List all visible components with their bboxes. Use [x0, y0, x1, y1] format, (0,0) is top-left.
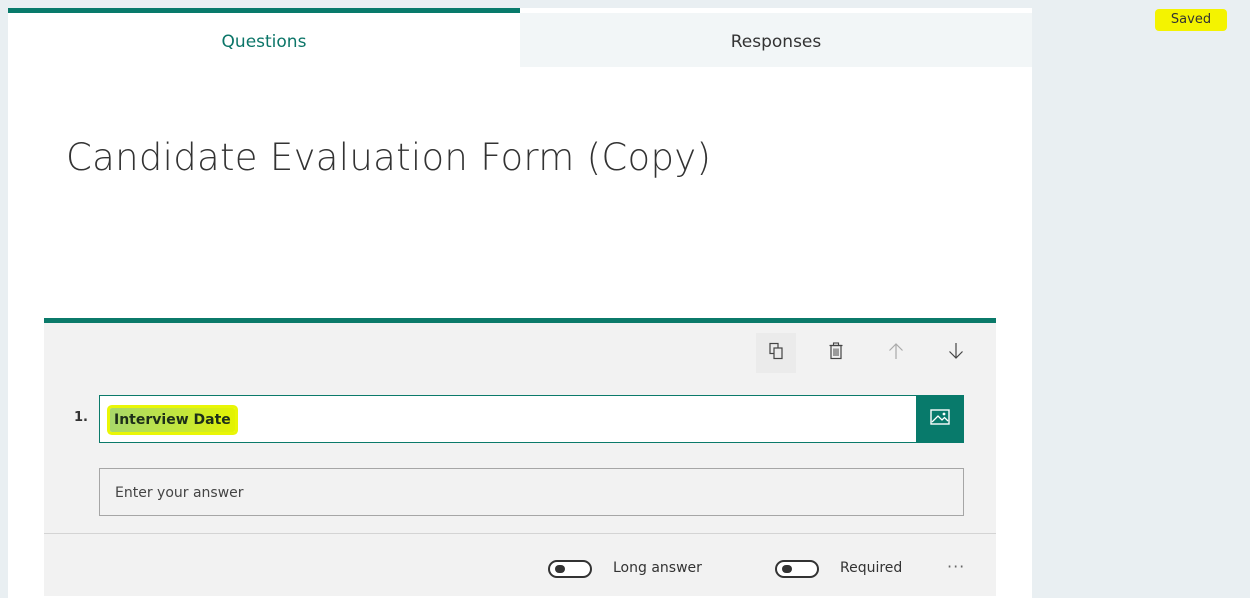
long-answer-toggle[interactable] [548, 560, 592, 578]
arrow-up-icon [888, 342, 904, 364]
delete-question-button[interactable] [816, 333, 856, 373]
footer-divider [44, 533, 996, 534]
copy-icon [768, 342, 784, 364]
insert-media-button[interactable] [916, 395, 964, 443]
form-editor-card: Questions Responses Candidate Evaluation… [8, 8, 1032, 598]
required-toggle[interactable] [775, 560, 819, 578]
tab-questions[interactable]: Questions [8, 8, 520, 67]
question-title-field[interactable]: Interview Date [99, 395, 964, 443]
question-card[interactable]: 1. Interview Date Enter your answer Long… [44, 318, 996, 596]
required-label: Required [840, 560, 903, 576]
tab-responses[interactable]: Responses [520, 13, 1032, 67]
question-number: 1. [74, 410, 88, 425]
long-answer-label: Long answer [613, 560, 702, 576]
copy-question-button[interactable] [756, 333, 796, 373]
delete-icon [828, 342, 844, 364]
move-up-button[interactable] [876, 333, 916, 373]
tab-bar: Questions Responses [8, 8, 1032, 67]
more-options-button[interactable]: ··· [947, 557, 965, 576]
image-icon [930, 409, 950, 429]
answer-placeholder-field: Enter your answer [99, 468, 964, 516]
saved-status: Saved [1155, 9, 1227, 31]
toggle-knob [555, 565, 565, 573]
move-down-button[interactable] [936, 333, 976, 373]
arrow-down-icon [948, 342, 964, 364]
form-title[interactable]: Candidate Evaluation Form (Copy) [66, 136, 711, 179]
toggle-knob [782, 565, 792, 573]
question-title-text[interactable]: Interview Date [110, 408, 235, 432]
question-toolbar [756, 333, 996, 373]
